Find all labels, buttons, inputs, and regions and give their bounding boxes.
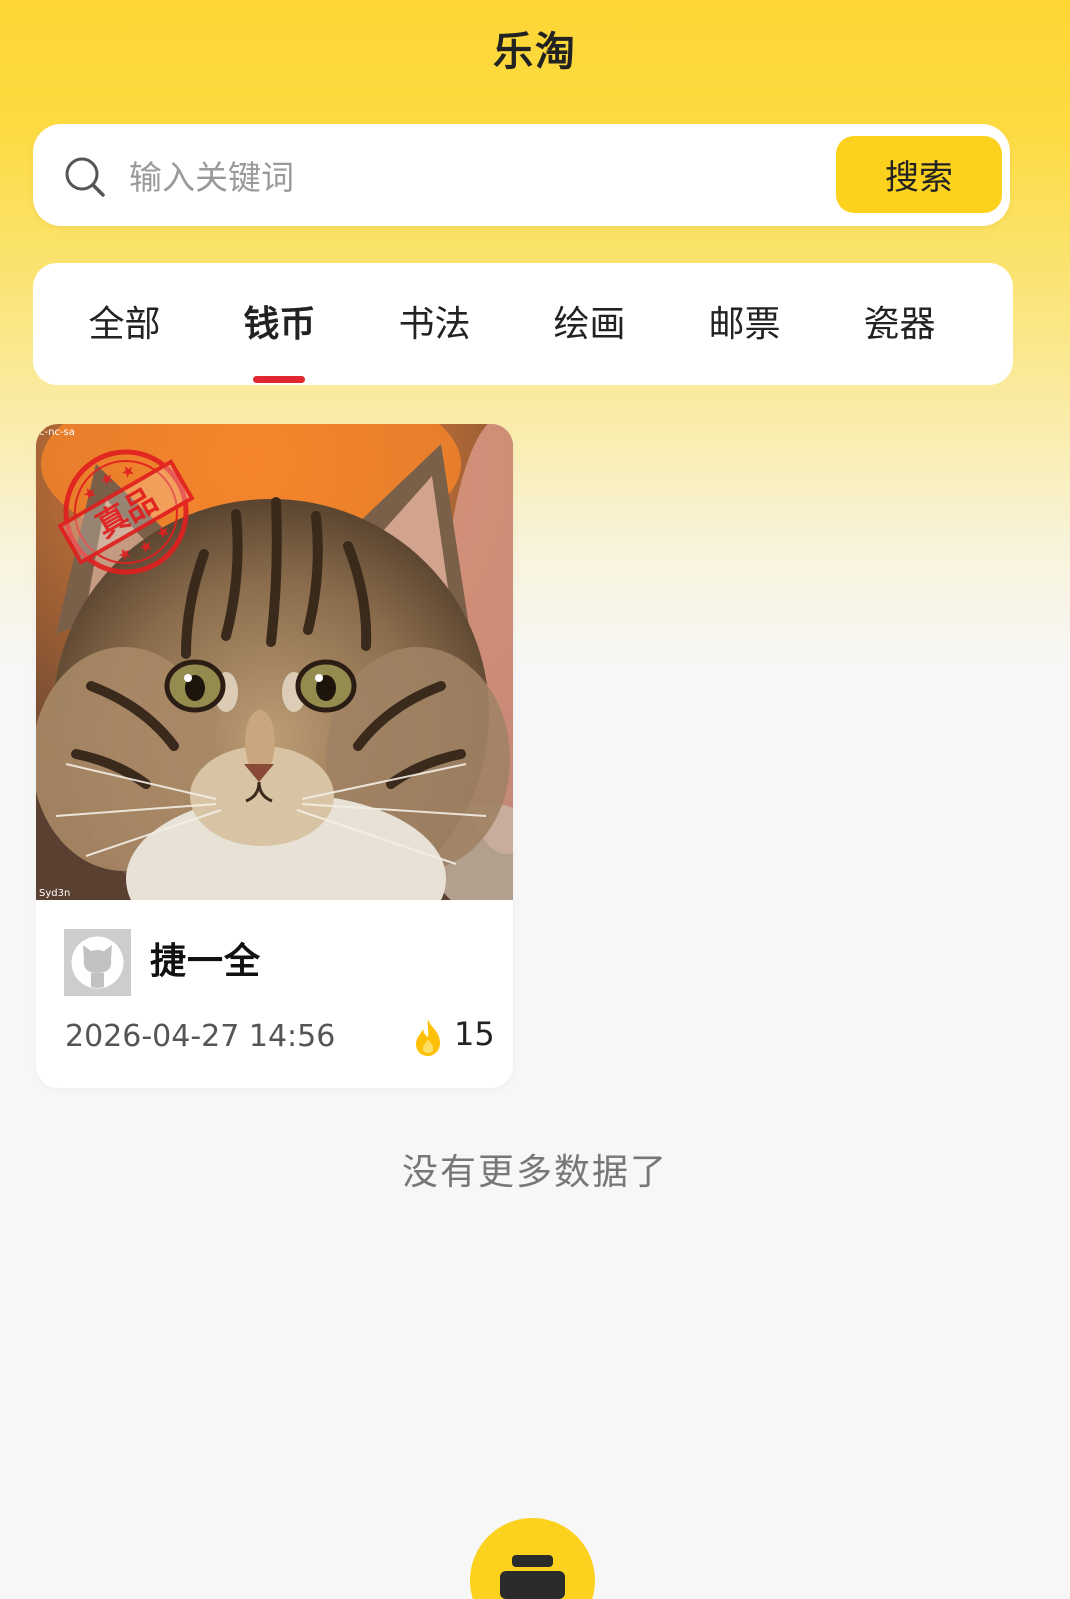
tab-stamps[interactable]: 邮票	[667, 263, 822, 385]
product-image: 真品 c-nc-sa Syd3n	[36, 424, 513, 900]
tab-painting[interactable]: 绘画	[512, 263, 667, 385]
search-input[interactable]	[129, 148, 819, 206]
tab-all[interactable]: 全部	[47, 263, 202, 385]
heat-count: 15	[454, 1015, 495, 1053]
avatar[interactable]	[64, 929, 131, 996]
tab-calligraphy[interactable]: 书法	[357, 263, 512, 385]
fire-icon	[416, 1019, 440, 1056]
tab-label: 书法	[398, 304, 471, 345]
post-time: 2026-04-27 14:56	[65, 1019, 336, 1054]
category-tabs: 全部 钱币 书法 绘画 邮票 瓷器	[33, 263, 1013, 385]
watermark-bottom: Syd3n	[39, 888, 70, 899]
eye-highlight	[184, 674, 192, 682]
search-button[interactable]: 搜索	[836, 136, 1002, 213]
search-icon-handle	[91, 183, 105, 197]
tab-label: 邮票	[708, 304, 781, 345]
bag-handle	[512, 1555, 553, 1567]
author-name: 捷一全	[150, 941, 262, 982]
page-title: 乐淘	[493, 29, 577, 75]
search-icon	[65, 157, 105, 197]
watermark-top: c-nc-sa	[39, 427, 75, 438]
tab-porcelain[interactable]: 瓷器	[822, 263, 977, 385]
publish-button[interactable]	[470, 1518, 595, 1599]
bag-body	[500, 1571, 565, 1599]
list-end-text: 没有更多数据了	[401, 1152, 668, 1193]
tab-label: 全部	[88, 304, 161, 345]
search-bar: 搜索	[33, 124, 1010, 226]
octocat-body	[91, 973, 104, 988]
tab-label: 绘画	[553, 304, 626, 345]
eye-highlight	[315, 674, 323, 682]
fur-stripe	[266, 497, 282, 647]
tab-label: 钱币	[243, 304, 316, 345]
product-card[interactable]: 真品 c-nc-sa Syd3n 捷一全 2026-04-27 14:56 15	[36, 424, 513, 1088]
tab-label: 瓷器	[863, 304, 936, 345]
github-octocat-icon	[71, 936, 124, 989]
tab-active-indicator	[253, 376, 305, 383]
tab-coins[interactable]: 钱币	[202, 263, 357, 385]
